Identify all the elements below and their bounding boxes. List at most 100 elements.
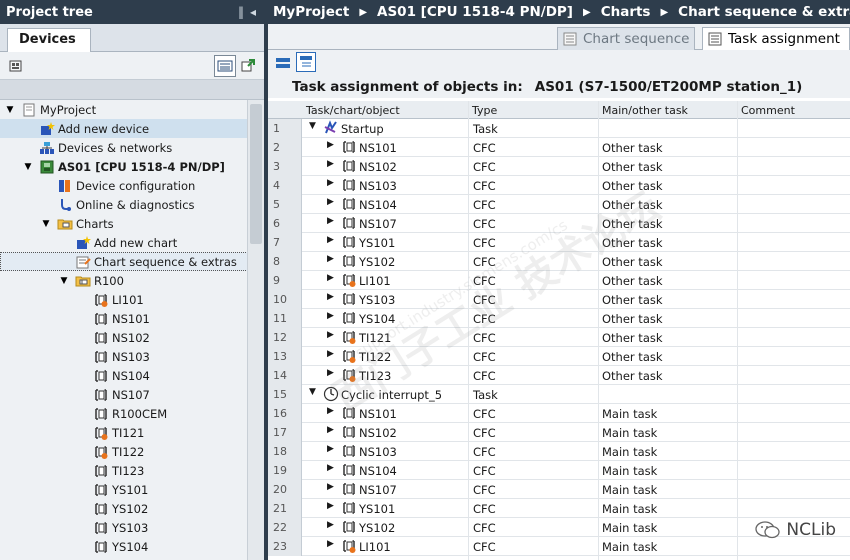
row-expander-icon[interactable]: ▶ [327, 463, 334, 473]
tree-item[interactable]: Devices & networks [0, 138, 264, 157]
task-assignment-value[interactable]: Other task [602, 350, 663, 364]
table-row[interactable]: 4 ▶ NS103 CFC Other task [268, 176, 850, 195]
table-row[interactable]: 14 ▶ TI123 CFC Other task [268, 366, 850, 385]
tab-task-assignment[interactable]: Task assignment [702, 27, 850, 50]
table-row[interactable]: 18 ▶ NS103 CFC Main task [268, 442, 850, 461]
task-assignment-value[interactable]: Other task [602, 179, 663, 193]
tree-item[interactable]: ▼ Charts [0, 214, 264, 233]
column-header-comment[interactable]: Comment [741, 104, 795, 117]
table-row[interactable]: 5 ▶ NS104 CFC Other task [268, 195, 850, 214]
tree-item[interactable]: NS102 [0, 328, 264, 347]
tree-item[interactable]: ▼ AS01 [CPU 1518-4 PN/DP] [0, 157, 264, 176]
row-expander-icon[interactable]: ▶ [327, 406, 334, 416]
table-row[interactable]: 10 ▶ YS103 CFC Other task [268, 290, 850, 309]
tree-item[interactable]: NS104 [0, 366, 264, 385]
column-header-object[interactable]: Task/chart/object [306, 104, 400, 117]
table-row[interactable]: 15 ▼ Cyclic interrupt_5 Task [268, 385, 850, 404]
task-assignment-value[interactable]: Other task [602, 141, 663, 155]
row-expander-icon[interactable]: ▶ [327, 178, 334, 188]
row-expander-icon[interactable]: ▶ [327, 368, 334, 378]
task-assignment-value[interactable]: Main task [602, 502, 657, 516]
tree-item[interactable]: Chart sequence & extras [0, 252, 264, 271]
row-expander-icon[interactable]: ▶ [327, 140, 334, 150]
tree-item[interactable]: TI123 [0, 461, 264, 480]
table-row[interactable]: 9 ▶ LI101 CFC Other task [268, 271, 850, 290]
breadcrumb-item-cpu[interactable]: AS01 [CPU 1518-4 PN/DP] [377, 4, 573, 20]
tree-expander-icon[interactable]: ▼ [41, 219, 51, 229]
tree-expander-icon[interactable]: ▼ [59, 276, 69, 286]
tree-item[interactable]: R100CEM [0, 404, 264, 423]
table-row[interactable]: 8 ▶ YS102 CFC Other task [268, 252, 850, 271]
task-assignment-value[interactable]: Main task [602, 407, 657, 421]
tree-scroll-thumb[interactable] [250, 104, 262, 244]
row-expander-icon[interactable]: ▶ [327, 292, 334, 302]
task-assignment-value[interactable]: Other task [602, 217, 663, 231]
pin-panel-icon[interactable]: ‖ [238, 5, 244, 19]
tree-item[interactable]: YS103 [0, 518, 264, 537]
row-expander-icon[interactable]: ▼ [309, 121, 316, 131]
tree-item[interactable]: YS104 [0, 537, 264, 556]
tree-item[interactable]: LI101 [0, 290, 264, 309]
table-row[interactable]: 13 ▶ TI122 CFC Other task [268, 347, 850, 366]
task-assignment-value[interactable]: Other task [602, 293, 663, 307]
row-expander-icon[interactable]: ▶ [327, 159, 334, 169]
column-header-task[interactable]: Main/other task [602, 104, 688, 117]
breadcrumb-item-chart-sequence[interactable]: Chart sequence & extras [678, 4, 850, 20]
task-assignment-value[interactable]: Main task [602, 445, 657, 459]
task-assignment-value[interactable]: Other task [602, 312, 663, 326]
tree-item[interactable]: Device configuration [0, 176, 264, 195]
tree-item[interactable]: TI122 [0, 442, 264, 461]
tree-item[interactable]: YS102 [0, 499, 264, 518]
overview-icon[interactable] [214, 55, 236, 77]
tree-item[interactable]: TI121 [0, 423, 264, 442]
task-assignment-value[interactable]: Other task [602, 274, 663, 288]
row-expander-icon[interactable]: ▶ [327, 216, 334, 226]
table-row[interactable]: 1 ▼ Startup Task [268, 119, 850, 138]
tab-chart-sequence[interactable]: Chart sequence [557, 27, 695, 50]
row-expander-icon[interactable]: ▶ [327, 501, 334, 511]
row-expander-icon[interactable]: ▶ [327, 254, 334, 264]
task-assignment-value[interactable]: Other task [602, 236, 663, 250]
device-view-icon[interactable] [6, 56, 26, 76]
table-row[interactable]: 7 ▶ YS101 CFC Other task [268, 233, 850, 252]
row-expander-icon[interactable]: ▶ [327, 311, 334, 321]
table-row[interactable]: 3 ▶ NS102 CFC Other task [268, 157, 850, 176]
row-expander-icon[interactable]: ▼ [309, 387, 316, 397]
devices-tab[interactable]: Devices [7, 28, 91, 53]
table-row[interactable]: 19 ▶ NS104 CFC Main task [268, 461, 850, 480]
table-row[interactable]: 11 ▶ YS104 CFC Other task [268, 309, 850, 328]
tree-item[interactable]: NS103 [0, 347, 264, 366]
tree-item[interactable]: ▼ R100 [0, 271, 264, 290]
row-expander-icon[interactable]: ▶ [327, 330, 334, 340]
task-assignment-value[interactable]: Other task [602, 160, 663, 174]
tree-expander-icon[interactable]: ▼ [23, 162, 33, 172]
row-expander-icon[interactable]: ▶ [327, 520, 334, 530]
tree-item[interactable]: Add new chart [0, 233, 264, 252]
row-expander-icon[interactable]: ▶ [327, 444, 334, 454]
row-expander-icon[interactable]: ▶ [327, 482, 334, 492]
tree-item[interactable]: NS107 [0, 385, 264, 404]
task-assignment-value[interactable]: Other task [602, 331, 663, 345]
tree-expander-icon[interactable]: ▼ [5, 105, 15, 115]
tree-item[interactable]: NS101 [0, 309, 264, 328]
collapse-panel-icon[interactable]: ◂ [250, 5, 256, 19]
task-assignment-value[interactable]: Main task [602, 426, 657, 440]
breadcrumb-item-charts[interactable]: Charts [601, 4, 651, 20]
tree-item[interactable]: Add new device [0, 119, 264, 138]
table-row[interactable]: 16 ▶ NS101 CFC Main task [268, 404, 850, 423]
tree-item[interactable]: ▼ MyProject [0, 100, 264, 119]
column-header-type[interactable]: Type [472, 104, 497, 117]
row-expander-icon[interactable]: ▶ [327, 539, 334, 549]
row-expander-icon[interactable]: ▶ [327, 425, 334, 435]
collapse-all-icon[interactable] [296, 52, 316, 72]
tree-vertical-scrollbar[interactable] [247, 100, 264, 560]
task-assignment-value[interactable]: Main task [602, 464, 657, 478]
table-row[interactable]: 21 ▶ YS101 CFC Main task [268, 499, 850, 518]
table-row[interactable]: 20 ▶ NS107 CFC Main task [268, 480, 850, 499]
row-expander-icon[interactable]: ▶ [327, 273, 334, 283]
tree-item[interactable]: YS101 [0, 480, 264, 499]
expand-all-icon[interactable] [273, 53, 293, 73]
task-assignment-value[interactable]: Other task [602, 198, 663, 212]
tree-item[interactable]: Online & diagnostics [0, 195, 264, 214]
task-assignment-value[interactable]: Main task [602, 540, 657, 554]
